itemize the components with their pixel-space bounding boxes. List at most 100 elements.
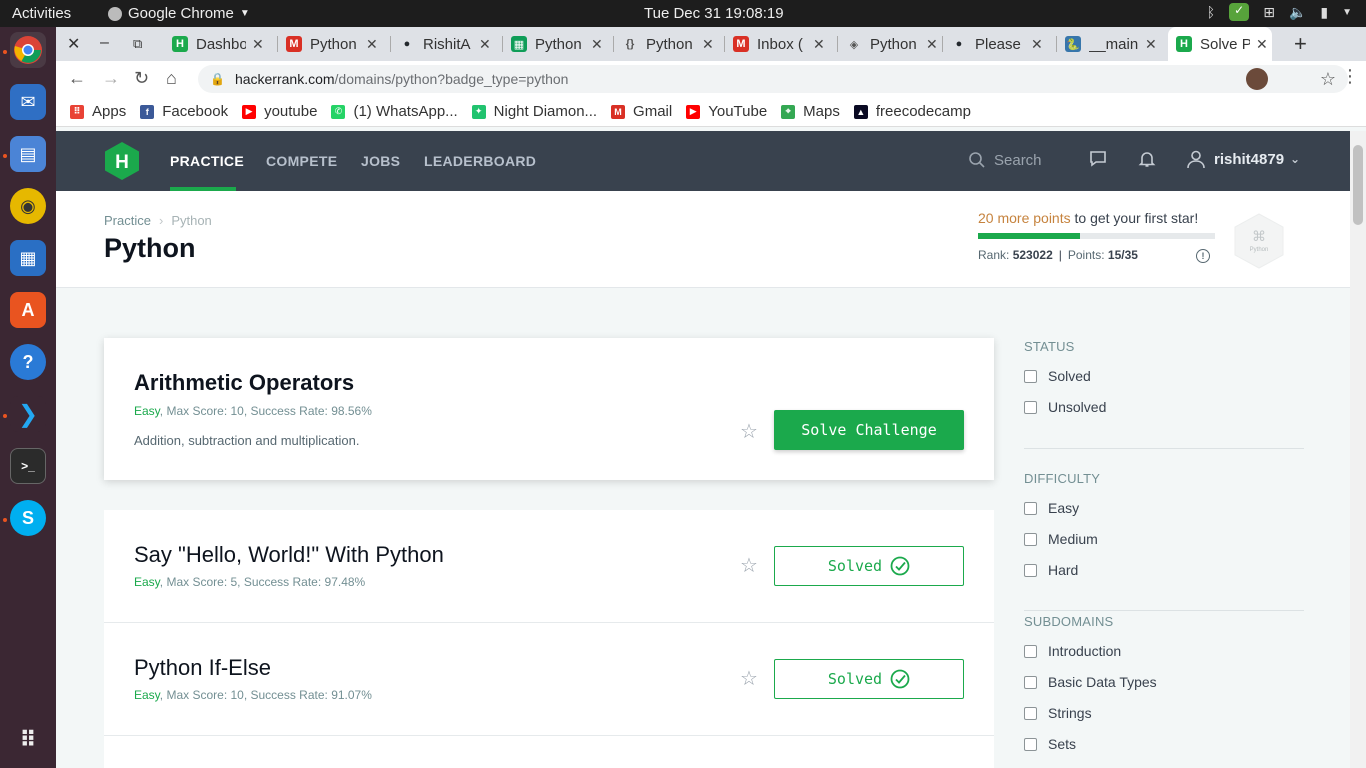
solved-button[interactable]: Solved: [774, 659, 964, 699]
files-launcher[interactable]: ▤: [10, 136, 46, 172]
tab-1[interactable]: H Dashbo ✕: [164, 27, 274, 61]
tab-3[interactable]: ● RishitA ✕: [391, 27, 501, 61]
notifications-bell-icon[interactable]: [1137, 149, 1157, 169]
nav-compete[interactable]: COMPETE: [266, 153, 337, 169]
solve-challenge-button[interactable]: Solve Challenge: [774, 410, 964, 450]
filter-solved[interactable]: Solved: [1024, 368, 1091, 384]
close-tab-icon[interactable]: ✕: [252, 36, 264, 53]
breadcrumb-practice[interactable]: Practice: [104, 213, 151, 228]
vscode-launcher[interactable]: ❯: [10, 396, 46, 432]
chrome-launcher[interactable]: [10, 32, 46, 68]
filter-introduction[interactable]: Introduction: [1024, 643, 1121, 659]
nav-practice[interactable]: PRACTICE: [170, 153, 244, 169]
close-tab-icon[interactable]: ✕: [702, 36, 714, 53]
bookmark-star-icon[interactable]: ☆: [740, 666, 758, 691]
info-icon[interactable]: !: [1196, 249, 1210, 263]
solved-button[interactable]: Solved: [774, 546, 964, 586]
filter-basic-data-types[interactable]: Basic Data Types: [1024, 674, 1157, 690]
restore-window-icon[interactable]: ⧉: [133, 36, 142, 52]
back-arrow-icon[interactable]: ←: [68, 68, 86, 89]
tab-9[interactable]: 🐍 __main ✕: [1057, 27, 1167, 61]
checkbox[interactable]: [1024, 644, 1037, 658]
tab-4[interactable]: ▦ Python ✕: [503, 27, 613, 61]
tab-8[interactable]: ● Please ✕: [943, 27, 1053, 61]
show-apps-button[interactable]: ⠿: [10, 722, 46, 758]
bookmark-5[interactable]: ✦ Night Diamon...: [471, 103, 597, 120]
python-badge-icon[interactable]: ⌘ Python: [1234, 213, 1284, 269]
challenge-title[interactable]: Arithmetic Operators: [134, 370, 354, 396]
system-tray[interactable]: ᛒ ✓ ⊞ 🔈 ▮ ▼: [1207, 3, 1352, 21]
filter-medium[interactable]: Medium: [1024, 531, 1098, 547]
tab-5[interactable]: {} Python ✕: [614, 27, 724, 61]
checkbox[interactable]: [1024, 400, 1037, 414]
tab-2[interactable]: M Python ✕: [278, 27, 388, 61]
home-icon[interactable]: ⌂: [166, 68, 177, 89]
bookmark-6[interactable]: M Gmail: [611, 103, 672, 120]
checkbox[interactable]: [1024, 737, 1037, 751]
close-tab-icon[interactable]: ✕: [591, 36, 603, 53]
thunderbird-launcher[interactable]: ✉: [10, 84, 46, 120]
bookmark-star-icon[interactable]: ☆: [1320, 69, 1336, 90]
help-launcher[interactable]: ?: [10, 344, 46, 380]
bookmark-3[interactable]: ▶ youtube: [242, 103, 317, 120]
challenge-title[interactable]: Python If-Else: [134, 655, 271, 681]
filter-unsolved[interactable]: Unsolved: [1024, 399, 1106, 415]
rhythmbox-launcher[interactable]: ◉: [10, 188, 46, 224]
filter-sets[interactable]: Sets: [1024, 736, 1076, 752]
checkbox[interactable]: [1024, 675, 1037, 689]
app-menu[interactable]: Google Chrome ▼: [108, 5, 250, 22]
close-window-icon[interactable]: ✕: [67, 34, 80, 54]
close-tab-icon[interactable]: ✕: [926, 36, 938, 53]
checkbox[interactable]: [1024, 563, 1037, 577]
terminal-launcher[interactable]: >_: [10, 448, 46, 484]
close-tab-icon[interactable]: ✕: [366, 36, 378, 53]
nav-jobs[interactable]: JOBS: [361, 153, 400, 169]
bookmark-1[interactable]: ⠿ Apps: [70, 103, 126, 120]
network-icon: ⊞: [1263, 3, 1275, 20]
challenge-title[interactable]: Say "Hello, World!" With Python: [134, 542, 444, 568]
hackerrank-logo[interactable]: H: [104, 141, 140, 181]
skype-launcher[interactable]: S: [10, 500, 46, 536]
bookmark-4[interactable]: ✆ (1) WhatsApp...: [331, 103, 458, 120]
forward-arrow-icon[interactable]: →: [102, 68, 120, 89]
new-tab-button[interactable]: +: [1294, 31, 1307, 57]
bookmark-7[interactable]: ▶ YouTube: [686, 103, 767, 120]
tab-10[interactable]: H Solve P ✕: [1168, 27, 1272, 61]
checkbox[interactable]: [1024, 369, 1037, 383]
tab-7[interactable]: ◈ Python ✕: [838, 27, 948, 61]
activities-button[interactable]: Activities: [12, 5, 71, 22]
more-menu-icon[interactable]: ⋮: [1341, 66, 1359, 87]
messages-icon[interactable]: [1088, 149, 1108, 169]
checkbox[interactable]: [1024, 501, 1037, 515]
writer-launcher[interactable]: ▦: [10, 240, 46, 276]
close-tab-icon[interactable]: ✕: [1031, 36, 1043, 53]
user-icon: [1187, 150, 1205, 169]
close-tab-icon[interactable]: ✕: [1145, 36, 1157, 53]
checkbox[interactable]: [1024, 706, 1037, 720]
nav-leaderboard[interactable]: LEADERBOARD: [424, 153, 536, 169]
page-scrollbar[interactable]: [1350, 131, 1366, 768]
bookmark-9[interactable]: ▲ freecodecamp: [853, 103, 971, 120]
clock[interactable]: Tue Dec 31 19:08:19: [644, 5, 784, 22]
user-menu[interactable]: rishit4879 ⌄: [1186, 149, 1300, 169]
close-tab-icon[interactable]: ✕: [479, 36, 491, 53]
address-bar[interactable]: 🔒 hackerrank.com/domains/python?badge_ty…: [198, 65, 1348, 93]
filter-hard[interactable]: Hard: [1024, 562, 1078, 578]
bookmark-star-icon[interactable]: ☆: [740, 419, 758, 444]
tab-6[interactable]: M Inbox (✕: [725, 27, 835, 61]
filter-easy[interactable]: Easy: [1024, 500, 1079, 516]
close-tab-icon[interactable]: ✕: [1256, 36, 1268, 53]
filter-label: Sets: [1048, 736, 1077, 752]
scrollbar-thumb[interactable]: [1353, 145, 1363, 225]
bookmark-8[interactable]: ⌖ Maps: [781, 103, 840, 120]
bookmark-star-icon[interactable]: ☆: [740, 553, 758, 578]
reload-icon[interactable]: ↻: [134, 68, 149, 89]
checkbox[interactable]: [1024, 532, 1037, 546]
bookmark-2[interactable]: f Facebook: [140, 103, 228, 120]
software-launcher[interactable]: A: [10, 292, 46, 328]
minimize-window-icon[interactable]: –: [100, 34, 109, 52]
profile-avatar[interactable]: [1246, 68, 1268, 90]
search-input[interactable]: Search: [968, 151, 1042, 169]
filter-strings[interactable]: Strings: [1024, 705, 1092, 721]
close-tab-icon[interactable]: ✕: [813, 36, 825, 53]
